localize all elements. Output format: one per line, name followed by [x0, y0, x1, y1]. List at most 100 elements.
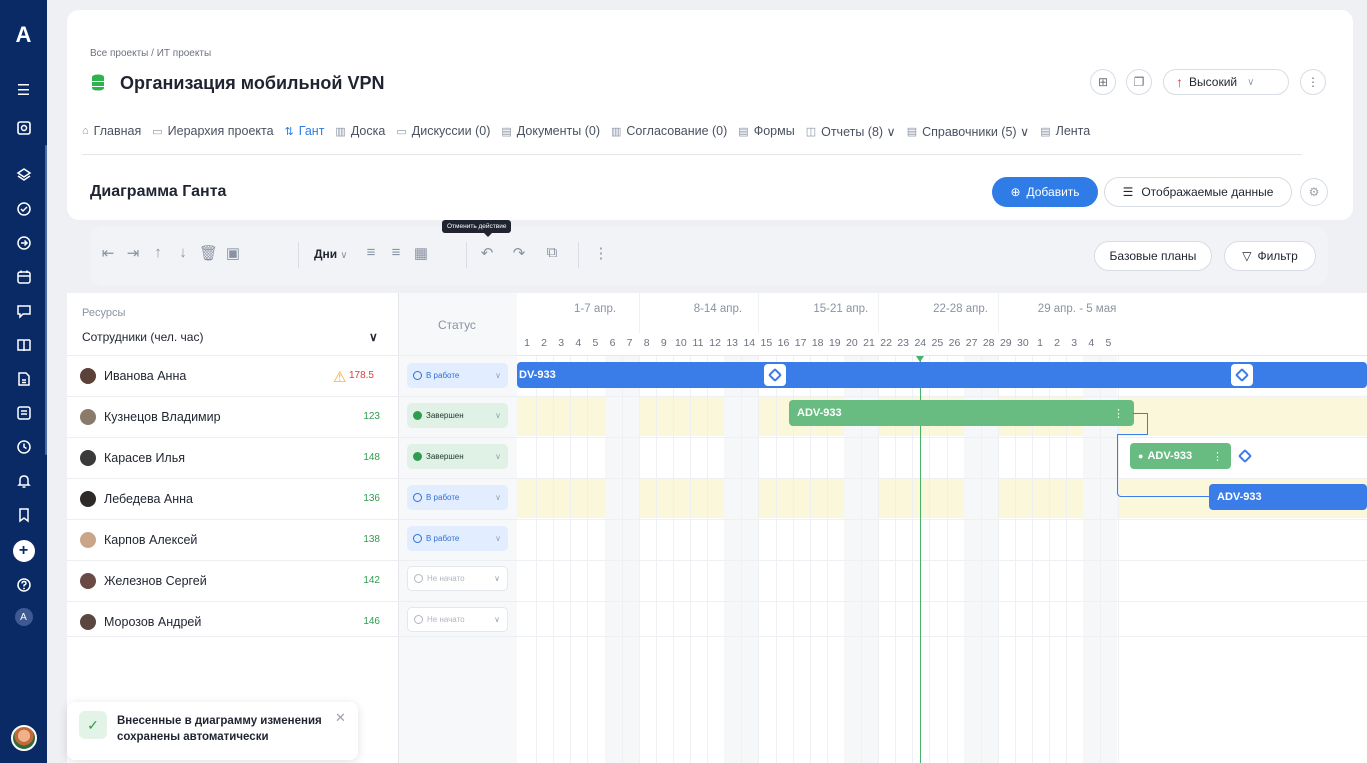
chevron-down-icon: ∨ [495, 493, 501, 502]
resource-name[interactable]: Железнов Сергей [80, 573, 207, 589]
trash-icon[interactable]: 🗑 [199, 244, 218, 262]
clock-icon[interactable] [0, 432, 47, 462]
filter-button[interactable]: ▽ Фильтр [1224, 241, 1316, 271]
breadcrumb[interactable]: Все проекты / ИТ проекты [90, 48, 211, 59]
tab-forms[interactable]: ▤ Формы [738, 120, 794, 142]
document-icon[interactable] [0, 364, 47, 394]
hours-value: 146 [363, 616, 380, 627]
week-divider [878, 293, 880, 333]
play-icon [413, 534, 422, 543]
status-select[interactable]: В работе ∨ [407, 485, 508, 510]
day-label: 13 [726, 337, 739, 349]
day-label: 10 [675, 337, 687, 349]
layers-icon[interactable] [0, 160, 47, 190]
news-icon[interactable] [0, 398, 47, 428]
list-icon: ☰ [1122, 185, 1134, 199]
copy-button[interactable]: ❐ [1126, 69, 1152, 95]
resource-name[interactable]: Кузнецов Владимир [80, 409, 221, 425]
chevron-down-icon: ∨ [495, 534, 501, 543]
chat-icon[interactable] [0, 296, 47, 326]
chevron-down-icon[interactable]: ∨ [369, 330, 378, 344]
sort-asc-icon[interactable]: ≡ [362, 244, 380, 261]
sidebar: A ☰ + A [0, 0, 47, 763]
page-title: Организация мобильной VPN [120, 73, 385, 93]
bookmark-icon[interactable] [0, 500, 47, 530]
employees-select[interactable]: Сотрудники (чел. час) [82, 330, 203, 344]
tab-hierarchy[interactable]: ▭ Иерархия проекта [152, 120, 273, 142]
close-icon[interactable]: ✕ [335, 710, 346, 726]
expand-right-icon[interactable]: ⇥ [124, 244, 142, 262]
milestone-icon[interactable] [1234, 445, 1256, 467]
priority-select[interactable]: ↑ Высокий ∨ [1163, 69, 1289, 95]
tab-approval[interactable]: ▥ Согласование (0) [611, 120, 727, 142]
milestone-icon[interactable] [764, 364, 786, 386]
help-icon[interactable] [0, 570, 47, 600]
sort-desc-icon[interactable]: ≡ [387, 244, 405, 261]
user-avatar[interactable] [0, 723, 47, 753]
more-vertical-icon[interactable]: ⋮ [592, 244, 610, 262]
tab-feed[interactable]: ▤ Лента [1040, 120, 1090, 142]
more-button[interactable]: ⋮ [1300, 69, 1326, 95]
baselines-button[interactable]: Базовые планы [1094, 241, 1212, 271]
calendar-link-icon[interactable]: ▦ [412, 244, 430, 262]
scale-select[interactable]: Дни ∨ [314, 247, 348, 261]
day-label: 9 [660, 337, 667, 349]
calendar-plus-icon: ⊞ [1097, 75, 1109, 89]
search-doc-icon[interactable] [0, 113, 47, 143]
priority-value: Высокий [1189, 75, 1238, 89]
copy-icon[interactable]: ⧉ [543, 244, 561, 261]
displayed-data-button[interactable]: ☰ Отображаемые данные [1104, 177, 1292, 207]
resource-name[interactable]: Карасев Илья [80, 450, 185, 466]
status-select[interactable]: Не начато ∨ [407, 566, 508, 591]
undo-icon[interactable]: ↶ [478, 244, 496, 262]
resource-name[interactable]: Иванова Анна [80, 368, 186, 384]
resource-name[interactable]: Карпов Алексей [80, 532, 197, 548]
create-button[interactable]: + [0, 536, 47, 566]
task-bar[interactable]: ADV-933 ⋮ [789, 400, 1134, 426]
move-down-icon[interactable]: ↓ [174, 244, 192, 261]
save-icon[interactable]: ▣ [224, 244, 242, 262]
bell-icon[interactable] [0, 466, 47, 496]
status-select[interactable]: Не начато ∨ [407, 607, 508, 632]
drag-handle-icon[interactable]: ⋮ [1212, 450, 1223, 463]
check-circle-icon[interactable] [0, 194, 47, 224]
status-select[interactable]: В работе ∨ [407, 363, 508, 388]
tab-directories[interactable]: ▤ Справочники (5) ∨ [907, 120, 1030, 142]
resource-name[interactable]: Лебедева Анна [80, 491, 193, 507]
menu-icon[interactable]: ☰ [0, 75, 47, 105]
tab-gantt[interactable]: ⇅ Гант [285, 120, 325, 142]
workspace-avatar[interactable]: A [0, 602, 47, 632]
tab-documents[interactable]: ▤ Документы (0) [501, 120, 600, 142]
redo-icon[interactable]: ↷ [510, 244, 528, 262]
tab-discussions[interactable]: ▭ Дискуссии (0) [396, 120, 490, 142]
day-label: 30 [1017, 337, 1029, 349]
tab-reports[interactable]: ◫ Отчеты (8) ∨ [806, 120, 896, 142]
tab-label: Формы [753, 124, 795, 138]
arrow-circle-icon[interactable] [0, 228, 47, 258]
collapse-left-icon[interactable]: ⇤ [99, 244, 117, 262]
chevron-down-icon: ∨ [495, 411, 501, 420]
calendar-icon[interactable] [0, 262, 47, 292]
move-up-icon[interactable]: ↑ [149, 244, 167, 261]
book-icon[interactable] [0, 330, 47, 360]
resource-name[interactable]: Морозов Андрей [80, 614, 201, 630]
chevron-down-icon: ∨ [494, 574, 500, 583]
add-button[interactable]: ⊕ Добавить [992, 177, 1098, 207]
status-select[interactable]: Завершен ∨ [407, 403, 508, 428]
settings-button[interactable]: ⚙ [1300, 178, 1328, 206]
day-gridline [621, 355, 623, 763]
status-select[interactable]: В работе ∨ [407, 526, 508, 551]
tab-main[interactable]: ⌂ Главная [82, 120, 141, 142]
chevron-down-icon: ∨ [495, 371, 501, 380]
drag-handle-icon[interactable]: ⋮ [1113, 407, 1124, 420]
day-label: 15 [760, 337, 773, 349]
status-label: В работе [426, 493, 460, 502]
tab-board[interactable]: ▥ Доска [335, 120, 385, 142]
add-calendar-button[interactable]: ⊞ [1090, 69, 1116, 95]
day-gridline [758, 355, 760, 763]
day-gridline [775, 355, 777, 763]
milestone-icon[interactable] [1231, 364, 1253, 386]
app-logo[interactable]: A [0, 20, 47, 50]
status-select[interactable]: Завершен ∨ [407, 444, 508, 469]
task-bar[interactable]: ADV-933 [1209, 484, 1367, 510]
